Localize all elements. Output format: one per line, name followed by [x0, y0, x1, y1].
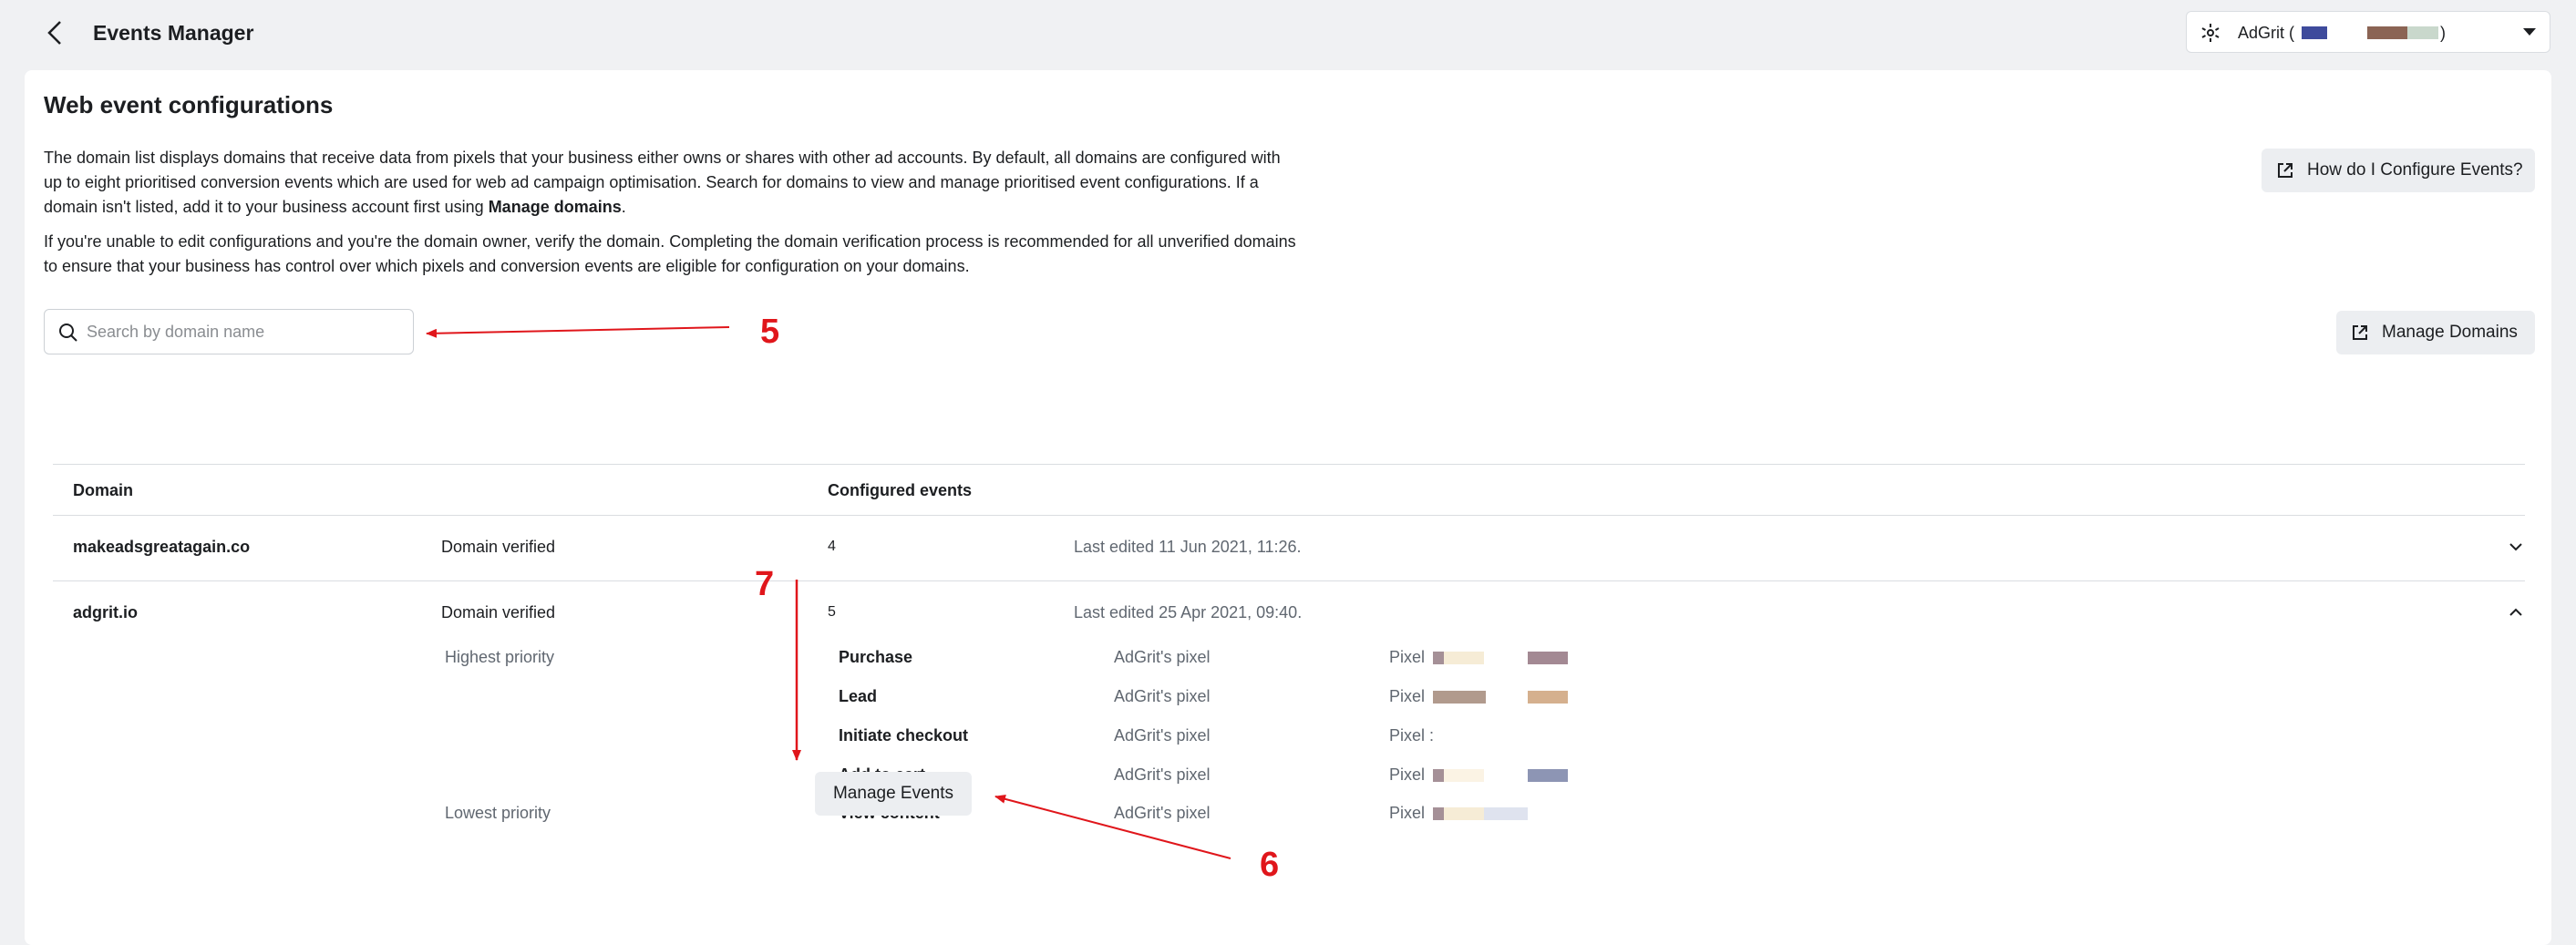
pixel-id: Pixel : — [1389, 726, 1435, 745]
redacted-block — [2302, 26, 2327, 39]
divider — [53, 515, 2525, 516]
event-count: 4 — [828, 539, 836, 554]
redacted-block — [1528, 652, 1568, 664]
redacted-block — [1444, 652, 1484, 664]
annotation-number-6: 6 — [1260, 846, 1280, 884]
domain-status: Domain verified — [441, 538, 556, 556]
search-icon — [59, 324, 77, 342]
redacted-block — [1528, 769, 1568, 782]
domain-name: adgrit.io — [73, 603, 138, 621]
chevron-up-icon[interactable] — [2509, 607, 2523, 618]
account-name: AdGrit ( — [2238, 24, 2295, 42]
domain-name: makeadsgreatagain.co — [73, 538, 251, 556]
pixel-id: Pixel — [1389, 765, 1426, 784]
redacted-block — [1444, 769, 1484, 782]
description-paragraph-1: The domain list displays domains that re… — [44, 146, 1302, 220]
manage-domains-label: Manage Domains — [2382, 323, 2518, 342]
event-source: AdGrit's pixel — [1114, 687, 1211, 705]
annotation-number-7: 7 — [755, 565, 775, 603]
pixel-id: Pixel — [1389, 804, 1426, 822]
redacted-block — [1528, 691, 1568, 704]
event-source: AdGrit's pixel — [1114, 726, 1211, 745]
divider — [53, 464, 2525, 465]
how-configure-events-button[interactable]: How do I Configure Events? — [2262, 149, 2535, 192]
redacted-block — [2367, 26, 2407, 39]
event-name: Lead — [839, 687, 878, 705]
manage-domains-link[interactable]: Manage domains — [489, 198, 622, 216]
description-text-end: . — [621, 198, 626, 216]
redacted-block — [2407, 26, 2438, 39]
description-text: The domain list displays domains that re… — [44, 149, 1281, 216]
event-name: Initiate checkout — [839, 726, 969, 745]
domain-status: Domain verified — [441, 603, 556, 621]
top-bar: Events Manager AdGrit ( ) — [0, 0, 2576, 66]
event-source: AdGrit's pixel — [1114, 648, 1211, 666]
back-arrow-icon[interactable] — [42, 18, 69, 47]
event-name: Purchase — [839, 648, 913, 666]
column-header-domain: Domain — [73, 481, 134, 499]
account-name-close: ) — [2440, 24, 2446, 42]
lowest-priority-label: Lowest priority — [445, 804, 551, 822]
highest-priority-label: Highest priority — [445, 648, 555, 666]
annotation-number-5: 5 — [760, 313, 780, 351]
column-header-configured-events: Configured events — [828, 481, 973, 499]
external-link-icon — [2353, 325, 2367, 340]
event-count: 5 — [828, 604, 836, 620]
event-source: AdGrit's pixel — [1114, 804, 1211, 822]
redacted-block — [1484, 807, 1528, 820]
app-title: Events Manager — [93, 21, 254, 45]
pixel-id: Pixel — [1389, 648, 1426, 666]
chevron-down-icon[interactable] — [2509, 541, 2523, 552]
domain-search[interactable] — [44, 309, 414, 354]
redacted-block — [1433, 769, 1444, 782]
redacted-block — [1433, 652, 1444, 664]
pixel-id: Pixel — [1389, 687, 1426, 705]
redacted-block — [1433, 807, 1444, 820]
redacted-block — [1433, 691, 1486, 704]
search-input[interactable] — [87, 319, 397, 344]
description-paragraph-2: If you're unable to edit configurations … — [44, 232, 1296, 275]
redacted-block — [1444, 807, 1484, 820]
event-source: AdGrit's pixel — [1114, 765, 1211, 784]
last-edited: Last edited 25 Apr 2021, 09:40. — [1074, 603, 1303, 621]
business-icon — [2201, 24, 2220, 42]
manage-events-button[interactable]: Manage Events — [815, 772, 972, 816]
divider — [53, 580, 2525, 581]
main-card: Web event configurations The domain list… — [25, 70, 2551, 945]
last-edited: Last edited 11 Jun 2021, 11:26. — [1074, 538, 1302, 556]
external-link-icon — [2278, 163, 2293, 178]
how-configure-events-label: How do I Configure Events? — [2307, 160, 2523, 180]
caret-down-icon — [2523, 28, 2536, 36]
account-selector[interactable]: AdGrit ( ) — [2186, 11, 2550, 53]
page-title: Web event configurations — [44, 91, 334, 118]
manage-domains-button[interactable]: Manage Domains — [2336, 311, 2535, 354]
